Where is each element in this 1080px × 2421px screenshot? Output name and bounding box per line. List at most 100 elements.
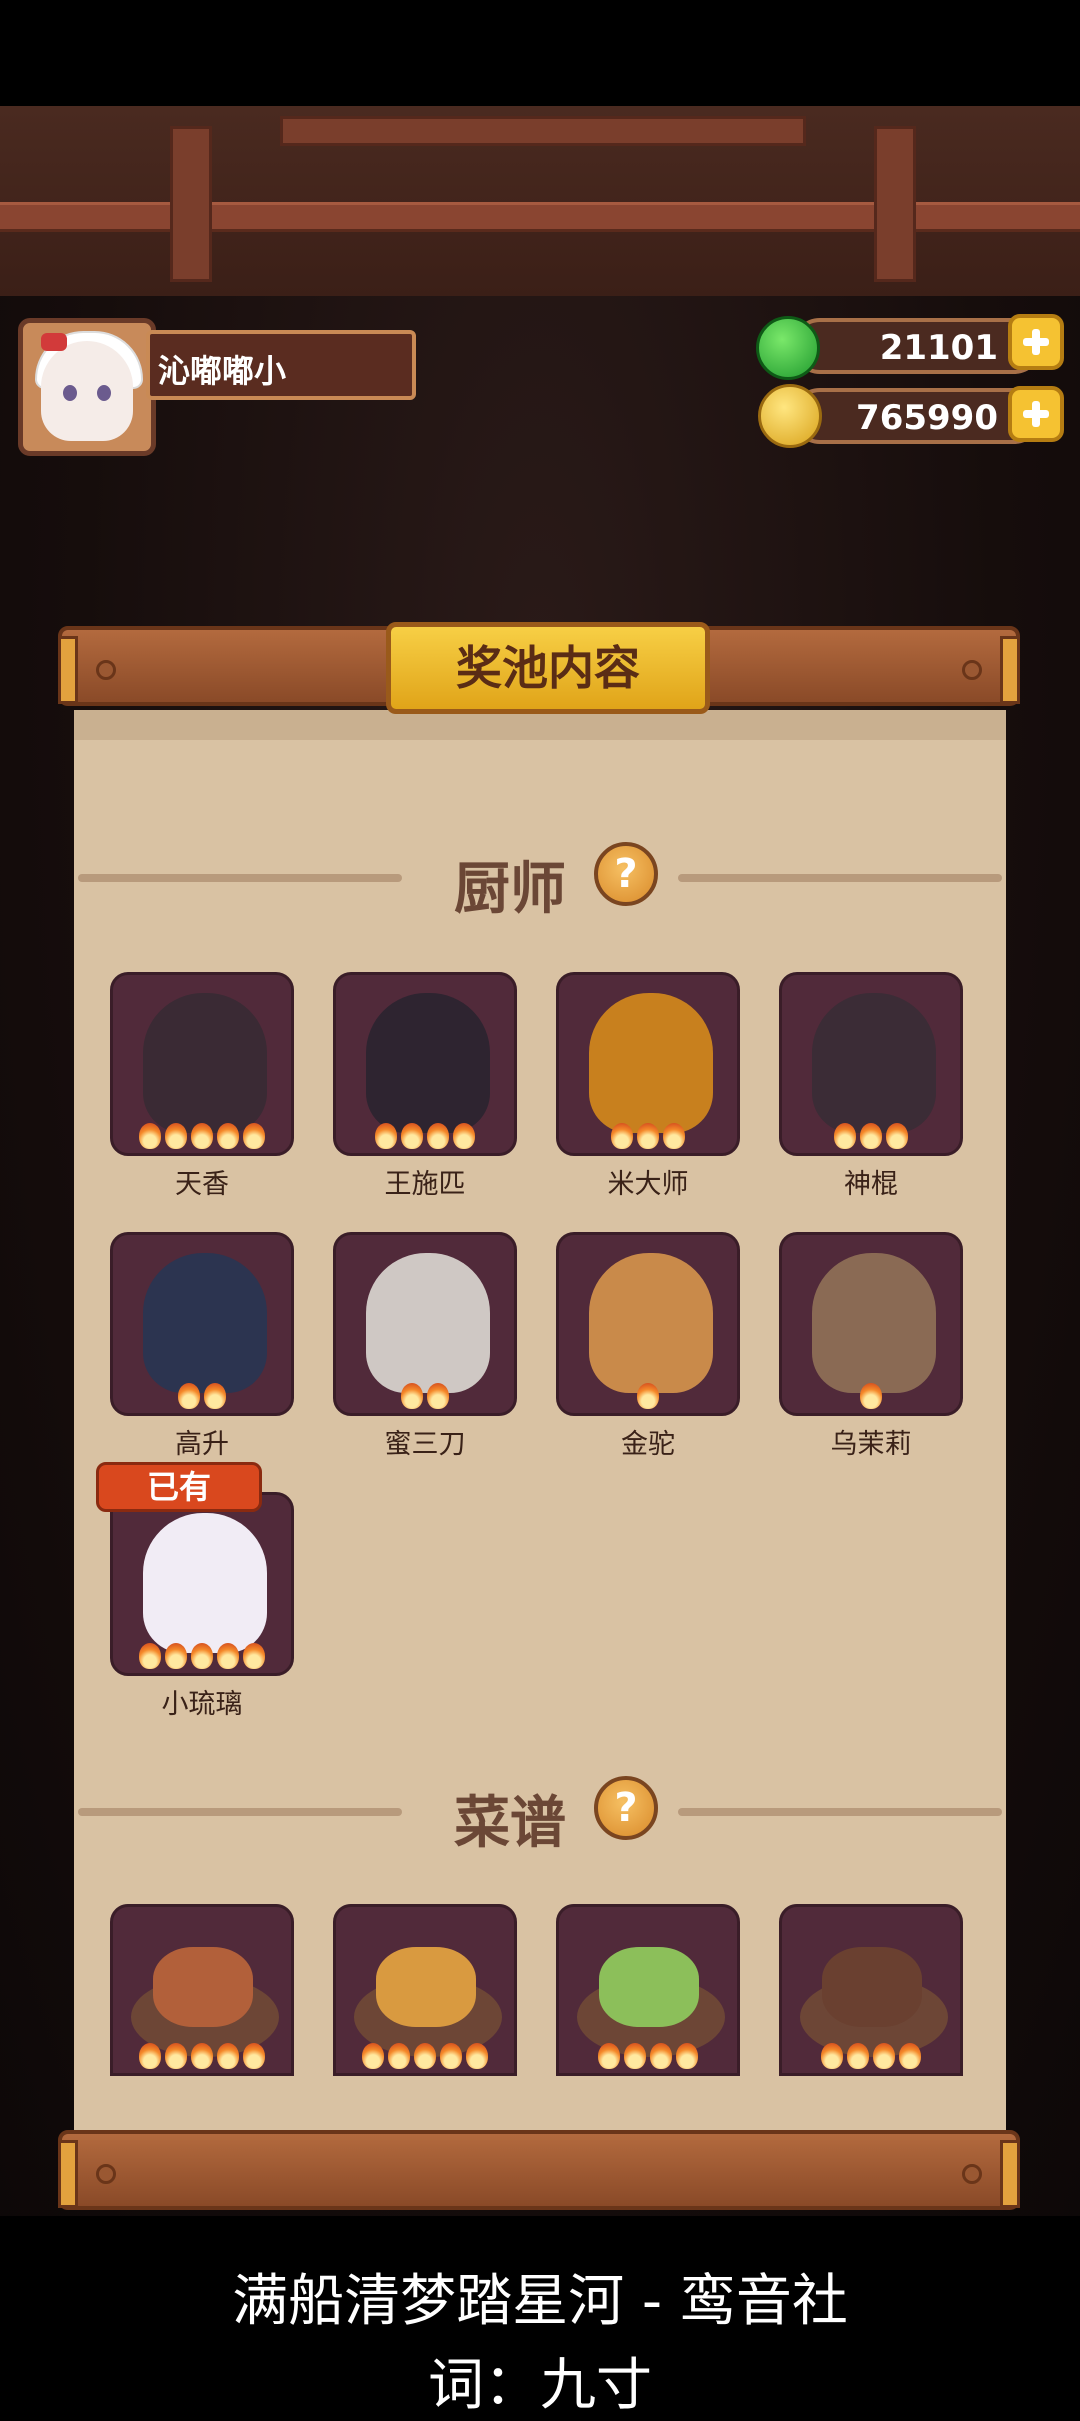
flame-icon <box>598 2043 620 2069</box>
avatar-bow <box>41 333 67 351</box>
roller-nail <box>96 660 116 680</box>
status-bar-area <box>0 0 1080 106</box>
flame-icon <box>466 2043 488 2069</box>
rarity-flames <box>559 2043 737 2069</box>
flame-icon <box>401 1383 423 1409</box>
flame-icon <box>165 1643 187 1669</box>
chef-card[interactable] <box>110 1232 294 1416</box>
player-name: 沁嘟嘟小 <box>158 352 287 390</box>
rarity-flames <box>336 1123 514 1149</box>
flame-icon <box>650 2043 672 2069</box>
add-coin-button[interactable] <box>1008 386 1064 442</box>
flame-icon <box>427 1383 449 1409</box>
paper-shade <box>74 710 1006 740</box>
flame-icon <box>821 2043 843 2069</box>
chef-name: 金驼 <box>621 1429 675 1460</box>
flame-icon <box>139 2043 161 2069</box>
flame-icon <box>453 1123 475 1149</box>
flame-icon <box>191 2043 213 2069</box>
flame-icon <box>191 1123 213 1149</box>
recipe-card[interactable] <box>556 1904 740 2076</box>
chef-card[interactable] <box>110 972 294 1156</box>
scroll-bottom-roller <box>58 2130 1020 2210</box>
recipe-card[interactable] <box>333 1904 517 2076</box>
ceiling-beam <box>280 116 806 146</box>
roller-end <box>1000 2140 1020 2208</box>
flame-icon <box>388 2043 410 2069</box>
dish-image <box>153 1947 253 2027</box>
recipe-help-button[interactable]: ? <box>594 1776 658 1840</box>
rarity-flames <box>113 1123 291 1149</box>
divider-line <box>78 874 402 882</box>
jade-icon <box>756 316 820 380</box>
chef-name: 天香 <box>175 1169 229 1200</box>
chef-card[interactable] <box>779 972 963 1156</box>
flame-icon <box>204 1383 226 1409</box>
prize-pool-title-tab: 奖池内容 <box>386 622 710 714</box>
player-name-box: 沁嘟嘟小 <box>146 330 416 400</box>
jade-counter: 21101 <box>792 318 1042 374</box>
rarity-flames <box>559 1383 737 1409</box>
flame-icon <box>362 2043 384 2069</box>
flame-icon <box>414 2043 436 2069</box>
flame-icon <box>637 1383 659 1409</box>
lyrics-caption-line-1: 满船清梦踏星河 - 鸾音社 <box>232 2269 848 2334</box>
flame-icon <box>375 1123 397 1149</box>
flame-icon <box>624 2043 646 2069</box>
chef-name: 王施匹 <box>384 1169 466 1200</box>
divider-line <box>78 1808 402 1816</box>
chef-portrait <box>366 1253 490 1393</box>
flame-icon <box>637 1123 659 1149</box>
flame-icon <box>217 1123 239 1149</box>
recipe-card[interactable] <box>779 1904 963 2076</box>
chef-card[interactable] <box>779 1232 963 1416</box>
chef-card[interactable] <box>556 972 740 1156</box>
recipe-card[interactable] <box>110 1904 294 2076</box>
flame-icon <box>860 1383 882 1409</box>
coin-icon <box>758 384 822 448</box>
chef-name: 乌茉莉 <box>830 1429 912 1460</box>
flame-icon <box>427 1123 449 1149</box>
flame-icon <box>440 2043 462 2069</box>
flame-icon <box>873 2043 895 2069</box>
flame-icon <box>860 1123 882 1149</box>
flame-icon <box>847 2043 869 2069</box>
divider-line <box>678 874 1002 882</box>
avatar-eye <box>97 385 111 401</box>
dish-image <box>376 1947 476 2027</box>
flame-icon <box>899 2043 921 2069</box>
flame-icon <box>243 1643 265 1669</box>
rarity-flames <box>113 1383 291 1409</box>
roller-end <box>58 636 78 704</box>
rarity-flames <box>336 2043 514 2069</box>
rarity-flames <box>782 1123 960 1149</box>
chef-card[interactable] <box>110 1492 294 1676</box>
flame-icon <box>178 1383 200 1409</box>
dish-image <box>599 1947 699 2027</box>
avatar-eye <box>63 385 77 401</box>
avatar-face <box>41 341 133 441</box>
chef-help-button[interactable]: ? <box>594 842 658 906</box>
chef-name: 米大师 <box>607 1169 689 1200</box>
prize-pool-panel[interactable]: 厨师 ? 菜谱 ? 天香 王施匹 米大师 神棍 高升 蜜三刀 金驼 乌茉莉 小琉璃 已有 <box>74 710 1006 2130</box>
add-jade-button[interactable] <box>1008 314 1064 370</box>
roller-end <box>58 2140 78 2208</box>
chef-card[interactable] <box>556 1232 740 1416</box>
flame-icon <box>663 1123 685 1149</box>
player-avatar[interactable] <box>18 318 156 456</box>
flame-icon <box>834 1123 856 1149</box>
lyrics-caption-line-2: 词：九寸 <box>428 2353 652 2418</box>
ceiling-beam <box>170 126 212 282</box>
chef-portrait <box>366 993 490 1133</box>
chef-portrait <box>589 1253 713 1393</box>
rarity-flames <box>559 1123 737 1149</box>
chef-card[interactable] <box>333 972 517 1156</box>
recipe-section-title: 菜谱 <box>454 1791 566 1856</box>
ceiling-plank <box>0 202 1080 232</box>
flame-icon <box>676 2043 698 2069</box>
chef-section-header: 厨师 ? <box>74 838 1006 922</box>
chef-portrait <box>143 1513 267 1653</box>
chef-name: 高升 <box>175 1429 229 1460</box>
chef-card[interactable] <box>333 1232 517 1416</box>
flame-icon <box>139 1123 161 1149</box>
